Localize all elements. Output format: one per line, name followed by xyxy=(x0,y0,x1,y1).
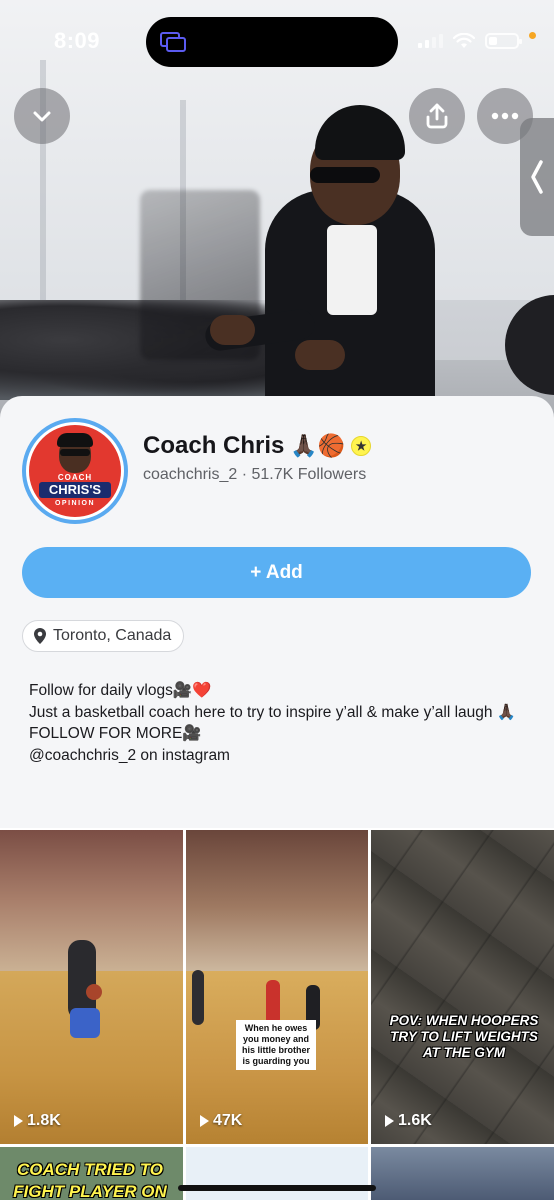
video-tile[interactable]: 1.8K xyxy=(0,830,183,1144)
status-icons xyxy=(418,31,536,49)
basketball xyxy=(86,984,102,1000)
player-figure xyxy=(266,980,280,1025)
location-pin-icon xyxy=(34,628,46,644)
add-friend-button[interactable]: + Add xyxy=(22,547,531,598)
more-icon xyxy=(491,112,519,120)
profile-avatar[interactable]: COACH CHRIS'S OPINION xyxy=(22,418,128,524)
chevron-left-icon xyxy=(531,160,543,194)
avatar-text-line1: COACH xyxy=(57,473,93,482)
profile-bio: Follow for daily vlogs🎥❤️ Just a basketb… xyxy=(29,680,529,766)
video-tile[interactable]: When he owes you money and his little br… xyxy=(186,830,368,1144)
location-chip[interactable]: Toronto, Canada xyxy=(22,620,185,652)
close-button[interactable] xyxy=(14,88,70,144)
battery-icon xyxy=(485,33,522,49)
bio-line: Just a basketball coach here to try to i… xyxy=(29,703,517,721)
status-bar: 8:09 xyxy=(0,0,554,84)
profile-name: Coach Chris xyxy=(143,432,285,459)
avatar-text-line3: OPINION xyxy=(54,500,96,507)
video-tile[interactable]: COACH TRIED TO FIGHT PLAYER ON xyxy=(0,1147,183,1200)
profile-name-emoji: 🙏🏿🏀 xyxy=(290,433,346,458)
home-indicator[interactable] xyxy=(178,1185,376,1191)
video-caption: COACH TRIED TO FIGHT PLAYER ON xyxy=(13,1160,167,1200)
view-count: 47K xyxy=(200,1112,242,1130)
profile-handle-followers[interactable]: coachchris_2 · 51.7K Followers xyxy=(143,466,366,484)
player-figure xyxy=(192,970,204,1025)
play-icon xyxy=(385,1115,394,1127)
cell-signal-icon xyxy=(418,34,443,48)
view-count: 1.6K xyxy=(385,1112,432,1130)
side-panel-tab[interactable] xyxy=(520,118,554,236)
chevron-down-icon xyxy=(33,111,51,122)
star-badge-icon: ★ xyxy=(351,436,372,456)
video-tile[interactable] xyxy=(371,1147,554,1200)
share-icon xyxy=(426,103,448,129)
privacy-indicator xyxy=(529,31,536,39)
share-button[interactable] xyxy=(409,88,465,144)
bio-line[interactable]: @coachchris_2 on instagram xyxy=(29,745,529,767)
play-icon xyxy=(14,1115,23,1127)
player-shorts xyxy=(70,1008,100,1038)
location-label: Toronto, Canada xyxy=(53,627,172,644)
screen-mirror-icon xyxy=(160,32,186,52)
video-tile[interactable]: POV: WHEN HOOPERS TRY TO LIFT WEIGHTS AT… xyxy=(371,830,554,1144)
avatar-image: COACH CHRIS'S OPINION xyxy=(29,425,121,517)
status-time: 8:09 xyxy=(54,28,101,53)
video-tile[interactable] xyxy=(186,1147,368,1200)
bio-line: FOLLOW FOR MORE🎥 xyxy=(29,725,202,742)
bio-line: Follow for daily vlogs🎥❤️ xyxy=(29,682,212,699)
hero-person xyxy=(203,100,445,420)
profile-name-row: Coach Chris 🙏🏿🏀 ★ xyxy=(143,432,372,460)
play-icon xyxy=(200,1115,209,1127)
video-caption: When he owes you money and his little br… xyxy=(236,1020,316,1070)
avatar-text-line2: CHRIS'S xyxy=(39,482,111,498)
view-count: 1.8K xyxy=(14,1112,61,1130)
wifi-icon xyxy=(453,33,475,48)
video-caption: POV: WHEN HOOPERS TRY TO LIFT WEIGHTS AT… xyxy=(389,1013,539,1060)
